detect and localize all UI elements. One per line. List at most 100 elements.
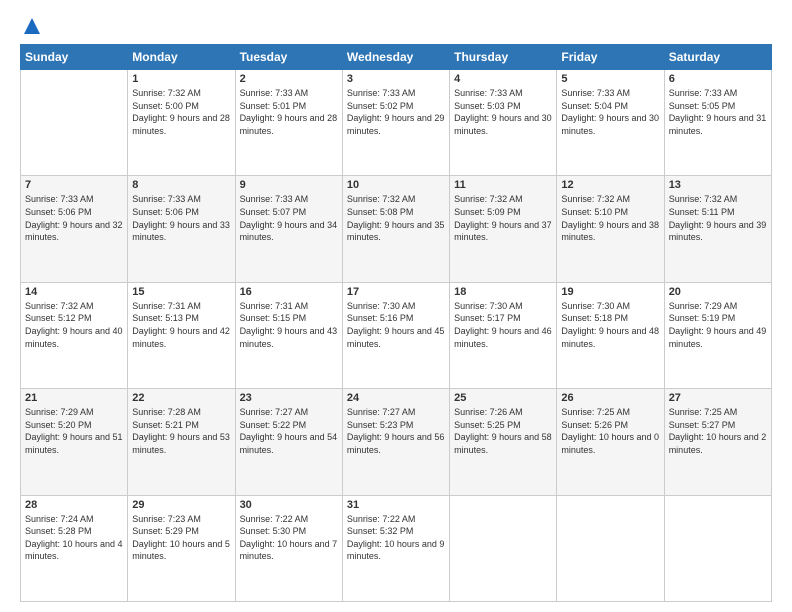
weekday-header-friday: Friday bbox=[557, 45, 664, 70]
day-number: 12 bbox=[561, 179, 659, 191]
calendar-cell: 31 Sunrise: 7:22 AMSunset: 5:32 PMDayligh… bbox=[342, 495, 449, 601]
calendar-cell bbox=[21, 70, 128, 176]
calendar-cell: 24 Sunrise: 7:27 AMSunset: 5:23 PMDayligh… bbox=[342, 389, 449, 495]
calendar-cell: 26 Sunrise: 7:25 AMSunset: 5:26 PMDayligh… bbox=[557, 389, 664, 495]
day-number: 18 bbox=[454, 286, 552, 298]
calendar-cell bbox=[557, 495, 664, 601]
calendar-cell bbox=[664, 495, 771, 601]
day-number: 3 bbox=[347, 73, 445, 85]
day-number: 11 bbox=[454, 179, 552, 191]
day-info: Sunrise: 7:32 AMSunset: 5:08 PMDaylight:… bbox=[347, 193, 445, 243]
day-number: 9 bbox=[240, 179, 338, 191]
day-info: Sunrise: 7:33 AMSunset: 5:01 PMDaylight:… bbox=[240, 87, 338, 137]
day-number: 5 bbox=[561, 73, 659, 85]
day-info: Sunrise: 7:24 AMSunset: 5:28 PMDaylight:… bbox=[25, 513, 123, 563]
day-number: 31 bbox=[347, 499, 445, 511]
day-info: Sunrise: 7:33 AMSunset: 5:05 PMDaylight:… bbox=[669, 87, 767, 137]
day-number: 25 bbox=[454, 392, 552, 404]
day-info: Sunrise: 7:33 AMSunset: 5:06 PMDaylight:… bbox=[132, 193, 230, 243]
calendar-cell bbox=[450, 495, 557, 601]
calendar-cell: 1Sunrise: 7:32 AMSunset: 5:00 PMDaylight… bbox=[128, 70, 235, 176]
calendar-week-row: 1Sunrise: 7:32 AMSunset: 5:00 PMDaylight… bbox=[21, 70, 772, 176]
calendar-cell: 8Sunrise: 7:33 AMSunset: 5:06 PMDaylight… bbox=[128, 176, 235, 282]
header bbox=[20, 16, 772, 36]
day-number: 17 bbox=[347, 286, 445, 298]
day-number: 19 bbox=[561, 286, 659, 298]
day-number: 10 bbox=[347, 179, 445, 191]
day-number: 20 bbox=[669, 286, 767, 298]
calendar-cell: 14Sunrise: 7:32 AMSunset: 5:12 PMDayligh… bbox=[21, 282, 128, 388]
calendar-cell: 11Sunrise: 7:32 AMSunset: 5:09 PMDayligh… bbox=[450, 176, 557, 282]
day-number: 13 bbox=[669, 179, 767, 191]
logo bbox=[20, 16, 42, 36]
day-info: Sunrise: 7:33 AMSunset: 5:04 PMDaylight:… bbox=[561, 87, 659, 137]
page: SundayMondayTuesdayWednesdayThursdayFrid… bbox=[0, 0, 792, 612]
day-number: 2 bbox=[240, 73, 338, 85]
calendar-cell: 12 Sunrise: 7:32 AMSunset: 5:10 PMDayligh… bbox=[557, 176, 664, 282]
day-number: 14 bbox=[25, 286, 123, 298]
calendar-cell: 10 Sunrise: 7:32 AMSunset: 5:08 PMDayligh… bbox=[342, 176, 449, 282]
day-number: 24 bbox=[347, 392, 445, 404]
logo-icon bbox=[22, 16, 42, 36]
calendar-week-row: 28 Sunrise: 7:24 AMSunset: 5:28 PMDayligh… bbox=[21, 495, 772, 601]
day-info: Sunrise: 7:33 AMSunset: 5:06 PMDaylight:… bbox=[25, 193, 123, 243]
day-info: Sunrise: 7:23 AMSunset: 5:29 PMDaylight:… bbox=[132, 513, 230, 563]
calendar-week-row: 14Sunrise: 7:32 AMSunset: 5:12 PMDayligh… bbox=[21, 282, 772, 388]
day-info: Sunrise: 7:30 AMSunset: 5:17 PMDaylight:… bbox=[454, 300, 552, 350]
calendar-cell: 20 Sunrise: 7:29 AMSunset: 5:19 PMDayligh… bbox=[664, 282, 771, 388]
day-info: Sunrise: 7:31 AMSunset: 5:13 PMDaylight:… bbox=[132, 300, 230, 350]
calendar-cell: 9 Sunrise: 7:33 AMSunset: 5:07 PMDaylight… bbox=[235, 176, 342, 282]
calendar-cell: 19 Sunrise: 7:30 AMSunset: 5:18 PMDayligh… bbox=[557, 282, 664, 388]
calendar-week-row: 21 Sunrise: 7:29 AMSunset: 5:20 PMDayligh… bbox=[21, 389, 772, 495]
day-number: 16 bbox=[240, 286, 338, 298]
calendar-cell: 17 Sunrise: 7:30 AMSunset: 5:16 PMDayligh… bbox=[342, 282, 449, 388]
calendar-cell: 16 Sunrise: 7:31 AMSunset: 5:15 PMDayligh… bbox=[235, 282, 342, 388]
day-info: Sunrise: 7:25 AMSunset: 5:26 PMDaylight:… bbox=[561, 406, 659, 456]
calendar-cell: 25 Sunrise: 7:26 AMSunset: 5:25 PMDayligh… bbox=[450, 389, 557, 495]
day-info: Sunrise: 7:29 AMSunset: 5:20 PMDaylight:… bbox=[25, 406, 123, 456]
calendar-cell: 27Sunrise: 7:25 AMSunset: 5:27 PMDayligh… bbox=[664, 389, 771, 495]
day-info: Sunrise: 7:32 AMSunset: 5:10 PMDaylight:… bbox=[561, 193, 659, 243]
day-info: Sunrise: 7:33 AMSunset: 5:03 PMDaylight:… bbox=[454, 87, 552, 137]
day-info: Sunrise: 7:22 AMSunset: 5:32 PMDaylight:… bbox=[347, 513, 445, 563]
day-number: 30 bbox=[240, 499, 338, 511]
day-number: 6 bbox=[669, 73, 767, 85]
day-info: Sunrise: 7:30 AMSunset: 5:16 PMDaylight:… bbox=[347, 300, 445, 350]
calendar-cell: 29Sunrise: 7:23 AMSunset: 5:29 PMDayligh… bbox=[128, 495, 235, 601]
day-info: Sunrise: 7:33 AMSunset: 5:02 PMDaylight:… bbox=[347, 87, 445, 137]
day-number: 23 bbox=[240, 392, 338, 404]
calendar-cell: 23Sunrise: 7:27 AMSunset: 5:22 PMDayligh… bbox=[235, 389, 342, 495]
calendar-cell: 7 Sunrise: 7:33 AMSunset: 5:06 PMDaylight… bbox=[21, 176, 128, 282]
weekday-header-monday: Monday bbox=[128, 45, 235, 70]
calendar-cell: 4Sunrise: 7:33 AMSunset: 5:03 PMDaylight… bbox=[450, 70, 557, 176]
day-info: Sunrise: 7:27 AMSunset: 5:23 PMDaylight:… bbox=[347, 406, 445, 456]
day-number: 27 bbox=[669, 392, 767, 404]
calendar-cell: 30 Sunrise: 7:22 AMSunset: 5:30 PMDayligh… bbox=[235, 495, 342, 601]
day-number: 26 bbox=[561, 392, 659, 404]
day-number: 21 bbox=[25, 392, 123, 404]
day-info: Sunrise: 7:32 AMSunset: 5:00 PMDaylight:… bbox=[132, 87, 230, 137]
day-info: Sunrise: 7:32 AMSunset: 5:11 PMDaylight:… bbox=[669, 193, 767, 243]
day-info: Sunrise: 7:31 AMSunset: 5:15 PMDaylight:… bbox=[240, 300, 338, 350]
calendar-cell: 3 Sunrise: 7:33 AMSunset: 5:02 PMDaylight… bbox=[342, 70, 449, 176]
day-number: 15 bbox=[132, 286, 230, 298]
day-info: Sunrise: 7:33 AMSunset: 5:07 PMDaylight:… bbox=[240, 193, 338, 243]
calendar-cell: 18 Sunrise: 7:30 AMSunset: 5:17 PMDayligh… bbox=[450, 282, 557, 388]
day-number: 28 bbox=[25, 499, 123, 511]
calendar-cell: 13 Sunrise: 7:32 AMSunset: 5:11 PMDayligh… bbox=[664, 176, 771, 282]
calendar-week-row: 7 Sunrise: 7:33 AMSunset: 5:06 PMDaylight… bbox=[21, 176, 772, 282]
weekday-header-row: SundayMondayTuesdayWednesdayThursdayFrid… bbox=[21, 45, 772, 70]
day-number: 7 bbox=[25, 179, 123, 191]
day-info: Sunrise: 7:26 AMSunset: 5:25 PMDaylight:… bbox=[454, 406, 552, 456]
day-info: Sunrise: 7:22 AMSunset: 5:30 PMDaylight:… bbox=[240, 513, 338, 563]
calendar-cell: 15 Sunrise: 7:31 AMSunset: 5:13 PMDayligh… bbox=[128, 282, 235, 388]
calendar-cell: 28 Sunrise: 7:24 AMSunset: 5:28 PMDayligh… bbox=[21, 495, 128, 601]
day-info: Sunrise: 7:30 AMSunset: 5:18 PMDaylight:… bbox=[561, 300, 659, 350]
day-info: Sunrise: 7:28 AMSunset: 5:21 PMDaylight:… bbox=[132, 406, 230, 456]
weekday-header-saturday: Saturday bbox=[664, 45, 771, 70]
calendar-cell: 22 Sunrise: 7:28 AMSunset: 5:21 PMDayligh… bbox=[128, 389, 235, 495]
day-info: Sunrise: 7:29 AMSunset: 5:19 PMDaylight:… bbox=[669, 300, 767, 350]
day-number: 22 bbox=[132, 392, 230, 404]
calendar-table: SundayMondayTuesdayWednesdayThursdayFrid… bbox=[20, 44, 772, 602]
weekday-header-sunday: Sunday bbox=[21, 45, 128, 70]
